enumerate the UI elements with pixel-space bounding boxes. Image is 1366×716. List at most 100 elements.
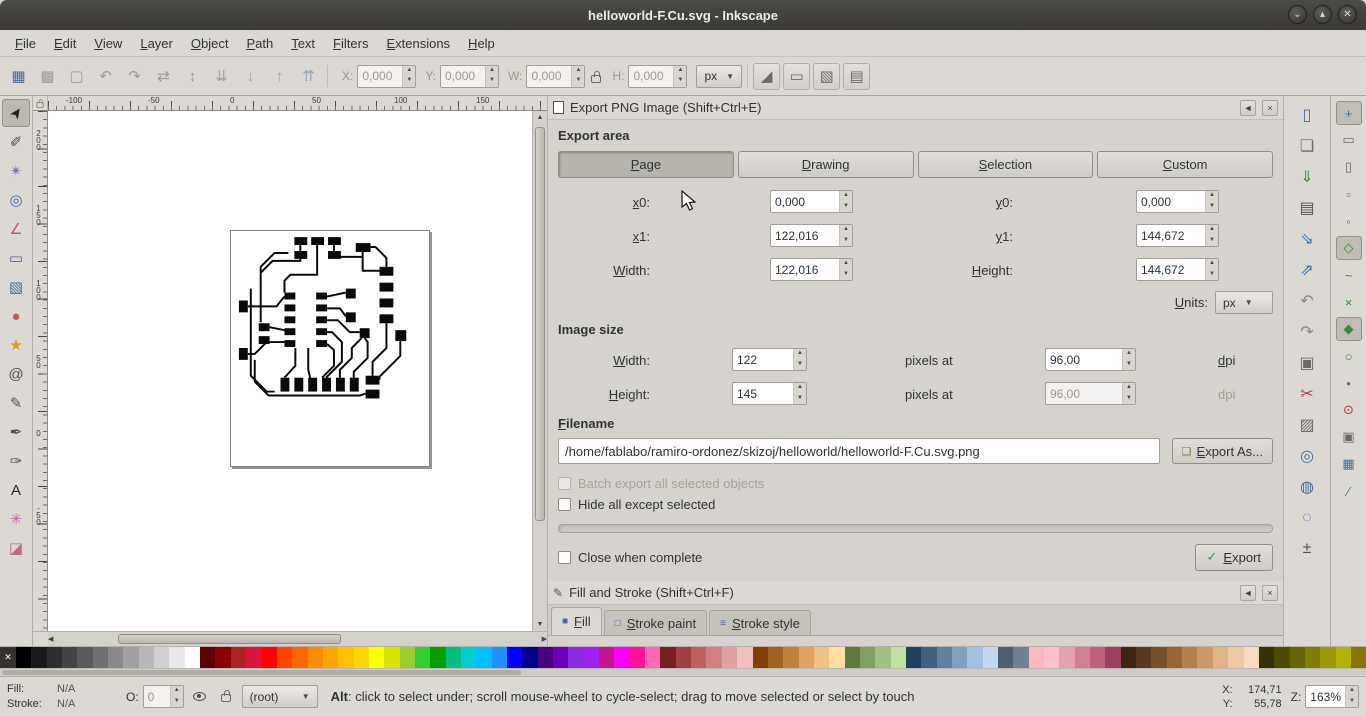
menu-item[interactable]: Text bbox=[282, 32, 324, 55]
color-swatch[interactable] bbox=[614, 647, 630, 668]
window-shade-button[interactable]: ⌄ bbox=[1288, 5, 1307, 24]
color-swatch[interactable] bbox=[1120, 647, 1137, 668]
snap-bbox-corner-toggle[interactable]: ▫ bbox=[1336, 182, 1362, 206]
color-swatch[interactable] bbox=[829, 647, 845, 668]
color-swatch[interactable] bbox=[844, 647, 860, 668]
snap-enable-toggle[interactable]: + bbox=[1335, 101, 1362, 125]
close-when-complete-checkbox[interactable] bbox=[558, 550, 571, 564]
color-swatch[interactable] bbox=[1289, 647, 1305, 668]
menu-item[interactable]: Edit bbox=[45, 32, 85, 55]
paste-button[interactable]: ▨ bbox=[1292, 411, 1322, 438]
color-swatch[interactable] bbox=[1304, 647, 1321, 668]
color-swatch[interactable] bbox=[1350, 647, 1366, 668]
vertical-scrollbar[interactable] bbox=[532, 111, 547, 631]
color-swatch[interactable] bbox=[936, 647, 952, 668]
color-swatch[interactable] bbox=[384, 647, 400, 668]
star-tool[interactable]: ★ bbox=[2, 331, 30, 359]
hide-except-checkbox[interactable] bbox=[558, 498, 571, 511]
select-all-layers-icon[interactable]: ▩ bbox=[34, 63, 61, 90]
opacity-spinbox[interactable]: 0 bbox=[142, 685, 184, 708]
color-swatch[interactable] bbox=[982, 647, 998, 668]
h-spinbox[interactable]: 0,000 bbox=[628, 64, 688, 88]
color-swatch[interactable] bbox=[368, 647, 385, 668]
transform-stroke-toggle[interactable]: ◢ bbox=[753, 62, 781, 90]
color-swatch[interactable] bbox=[1212, 647, 1229, 668]
color-swatch[interactable] bbox=[1243, 647, 1259, 668]
menu-item[interactable]: Extensions bbox=[377, 32, 459, 55]
horizontal-scroll-thumb[interactable] bbox=[117, 634, 342, 644]
measure-tool[interactable]: ∠ bbox=[2, 215, 30, 243]
spin-arrows[interactable] bbox=[169, 686, 183, 707]
color-swatch[interactable] bbox=[62, 647, 78, 668]
spin-arrows[interactable] bbox=[673, 65, 687, 87]
color-swatch[interactable] bbox=[706, 647, 722, 668]
color-swatch[interactable] bbox=[1090, 647, 1106, 668]
color-swatch[interactable] bbox=[1228, 647, 1244, 668]
color-swatch[interactable] bbox=[276, 647, 293, 668]
window-close-button[interactable]: ✕ bbox=[1338, 5, 1357, 24]
color-swatch[interactable] bbox=[491, 647, 507, 668]
color-swatch[interactable] bbox=[553, 647, 569, 668]
spin-arrows[interactable] bbox=[1122, 349, 1135, 370]
box-3d-tool[interactable]: ▧ bbox=[2, 273, 30, 301]
color-swatch[interactable] bbox=[951, 647, 968, 668]
print-document-button[interactable]: ▤ bbox=[1292, 194, 1322, 221]
menu-item[interactable]: Path bbox=[237, 32, 282, 55]
area-width-spinbox[interactable]: 122,016 bbox=[770, 258, 853, 281]
scroll-up-icon[interactable] bbox=[533, 111, 547, 124]
export-area-button[interactable]: Page bbox=[558, 151, 734, 178]
color-swatch[interactable] bbox=[353, 647, 369, 668]
color-swatch[interactable] bbox=[737, 647, 753, 668]
menu-item[interactable]: File bbox=[6, 32, 45, 55]
selector-tool[interactable]: ➤ bbox=[2, 99, 30, 127]
color-swatch[interactable] bbox=[1136, 647, 1152, 668]
zoom-page-button[interactable]: ◎ bbox=[1292, 442, 1322, 469]
color-swatch[interactable] bbox=[184, 647, 201, 668]
horizontal-ruler[interactable]: -100-50050100150 bbox=[48, 96, 547, 111]
color-swatch[interactable] bbox=[1182, 647, 1198, 668]
fill-stroke-tab[interactable]: ■ Fill bbox=[551, 607, 602, 635]
cut-button[interactable]: ✂ bbox=[1292, 380, 1322, 407]
fill-stroke-tab[interactable]: □ Stroke paint bbox=[603, 610, 708, 635]
vertical-scroll-thumb[interactable] bbox=[535, 127, 545, 521]
x1-spinbox[interactable]: 122,016 bbox=[770, 224, 853, 247]
spin-arrows[interactable] bbox=[793, 349, 806, 370]
color-swatch[interactable] bbox=[1028, 647, 1045, 668]
spray-tool[interactable]: ✳ bbox=[2, 505, 30, 533]
snap-intersection-toggle[interactable]: × bbox=[1336, 290, 1362, 314]
color-swatch[interactable] bbox=[1059, 647, 1075, 668]
zoom-tool[interactable]: ◎ bbox=[2, 186, 30, 214]
w-spinbox[interactable]: 0,000 bbox=[526, 64, 586, 88]
color-swatch[interactable] bbox=[215, 647, 231, 668]
undo-button[interactable]: ↶ bbox=[1292, 287, 1322, 314]
color-swatch[interactable] bbox=[998, 647, 1014, 668]
snap-bbox-midpoint-toggle[interactable]: ◦ bbox=[1336, 209, 1362, 233]
color-swatch[interactable] bbox=[169, 647, 185, 668]
color-swatch[interactable] bbox=[16, 647, 32, 668]
color-swatch[interactable] bbox=[1151, 647, 1167, 668]
color-swatch[interactable] bbox=[583, 647, 600, 668]
spin-arrows[interactable] bbox=[1205, 191, 1218, 212]
spin-arrows[interactable] bbox=[571, 65, 585, 87]
y1-spinbox[interactable]: 144,672 bbox=[1136, 224, 1219, 247]
color-swatch[interactable] bbox=[92, 647, 109, 668]
toolbar-units-dropdown[interactable]: px ▼ bbox=[696, 64, 743, 88]
panel-dock-button[interactable]: ◄ bbox=[1240, 584, 1256, 601]
snap-guide-toggle[interactable]: ∕ bbox=[1336, 479, 1362, 503]
color-swatch[interactable] bbox=[322, 647, 339, 668]
snap-midpoint-toggle[interactable]: • bbox=[1336, 371, 1362, 395]
export-area-button[interactable]: Drawing bbox=[737, 151, 914, 178]
color-swatch[interactable] bbox=[675, 647, 692, 668]
snap-path-toggle[interactable]: ~ bbox=[1336, 263, 1362, 287]
color-swatch[interactable] bbox=[537, 647, 554, 668]
duplicate-button[interactable]: ▣ bbox=[1292, 349, 1322, 376]
snap-cusp-node-toggle[interactable]: ◆ bbox=[1335, 317, 1362, 341]
layer-dropdown[interactable]: (root) ▼ bbox=[241, 685, 318, 708]
color-swatch[interactable] bbox=[476, 647, 492, 668]
spin-arrows[interactable] bbox=[1205, 225, 1218, 246]
color-swatch[interactable] bbox=[599, 647, 615, 668]
color-swatch[interactable] bbox=[31, 647, 47, 668]
lock-ratio-icon[interactable] bbox=[591, 70, 602, 83]
color-swatch[interactable] bbox=[430, 647, 446, 668]
color-swatch[interactable] bbox=[1320, 647, 1336, 668]
